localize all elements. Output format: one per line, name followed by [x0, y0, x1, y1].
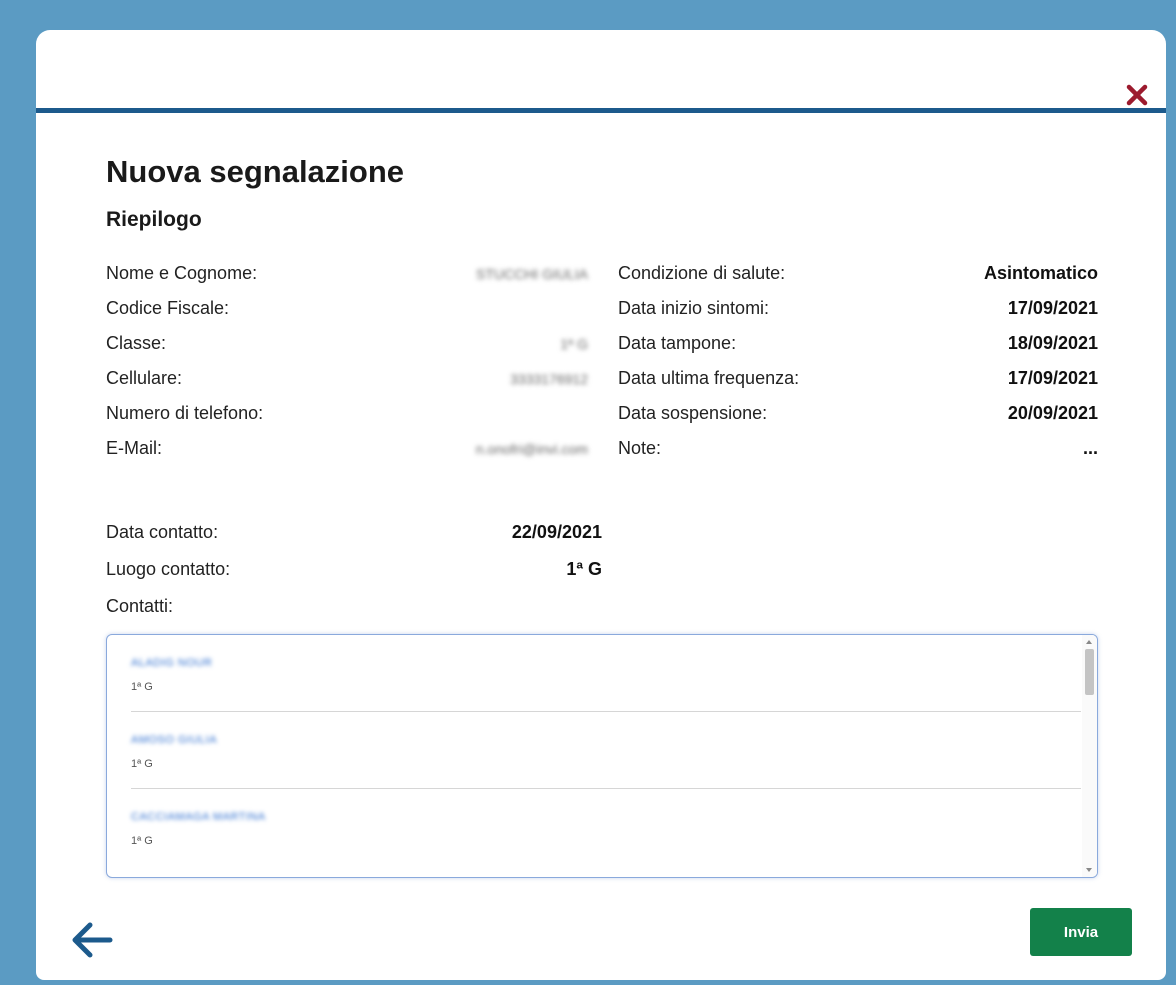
contact-class: 1ª G: [131, 758, 153, 770]
info-value: n.onofri@invi.com: [475, 440, 588, 457]
info-label: E-Mail:: [106, 438, 163, 458]
close-button[interactable]: [1124, 82, 1150, 108]
info-row-health-condition: Condizione di salute: Asintomatico: [618, 256, 1098, 291]
info-row-phone: Numero di telefono:: [106, 396, 588, 431]
contact-name: CACCIAMAGA MARTINA: [131, 811, 266, 823]
info-value: 3333176912: [510, 370, 588, 387]
arrow-left-icon: [72, 922, 113, 958]
info-row-class: Classe: 1ª G: [106, 326, 588, 361]
info-value: ...: [1082, 438, 1098, 458]
info-value: 17/09/2021: [1007, 368, 1098, 388]
contact-name: ALADIG NOUR: [131, 657, 213, 669]
info-row-swab-date: Data tampone: 18/09/2021: [618, 326, 1098, 361]
info-row-fiscal-code: Codice Fiscale:: [106, 291, 588, 326]
modal-header: [36, 30, 1166, 113]
send-button[interactable]: Invia: [1030, 908, 1132, 956]
info-label: Data sospensione:: [618, 403, 768, 423]
info-row-email: E-Mail: n.onofri@invi.com: [106, 431, 588, 466]
info-value: 1ª G: [560, 335, 588, 352]
info-label: Condizione di salute:: [618, 263, 786, 283]
list-item[interactable]: ALADIG NOUR 1ª G: [131, 635, 1081, 712]
info-row-mobile: Cellulare: 3333176912: [106, 361, 588, 396]
contacts-list[interactable]: ALADIG NOUR 1ª G AMOSO GIULIA 1ª G CACCI…: [106, 634, 1098, 878]
list-item[interactable]: AMOSO GIULIA 1ª G: [131, 712, 1081, 789]
info-label: Data tampone:: [618, 333, 737, 353]
info-value: 1ª G: [566, 559, 602, 579]
info-label: Contatti:: [106, 596, 174, 616]
info-value: 20/09/2021: [1007, 403, 1098, 423]
summary-subtitle: Riepilogo: [106, 208, 202, 231]
info-label: Cellulare:: [106, 368, 183, 388]
info-label: Data inizio sintomi:: [618, 298, 770, 318]
info-label: Nome e Cognome:: [106, 263, 258, 283]
report-modal: Nuova segnalazione Riepilogo Nome e Cogn…: [36, 30, 1166, 980]
info-label: Data ultima frequenza:: [618, 368, 800, 388]
back-button[interactable]: [70, 920, 114, 960]
info-value: Asintomatico: [983, 263, 1098, 283]
info-row-contact-place: Luogo contatto: 1ª G: [106, 551, 602, 588]
info-value: 17/09/2021: [1007, 298, 1098, 318]
info-row-notes: Note: ...: [618, 431, 1098, 466]
contact-class: 1ª G: [131, 835, 153, 847]
info-value: 18/09/2021: [1007, 333, 1098, 353]
info-row-name: Nome e Cognome: STUCCHI GIULIA: [106, 256, 588, 291]
close-icon: [1126, 84, 1148, 106]
info-row-contacts: Contatti:: [106, 588, 602, 625]
scrollbar[interactable]: [1082, 635, 1097, 877]
scrollbar-thumb[interactable]: [1085, 649, 1094, 695]
info-label: Note:: [618, 438, 662, 458]
info-row-last-attendance: Data ultima frequenza: 17/09/2021: [618, 361, 1098, 396]
info-label: Classe:: [106, 333, 167, 353]
info-row-contact-date: Data contatto: 22/09/2021: [106, 514, 602, 551]
info-label: Luogo contatto:: [106, 559, 231, 579]
student-info: Nome e Cognome: STUCCHI GIULIA Codice Fi…: [106, 256, 588, 466]
info-value: STUCCHI GIULIA: [475, 265, 588, 282]
info-label: Codice Fiscale:: [106, 298, 230, 318]
health-info: Condizione di salute: Asintomatico Data …: [618, 256, 1098, 466]
contact-class: 1ª G: [131, 681, 153, 693]
contact-info: Data contatto: 22/09/2021 Luogo contatto…: [106, 514, 602, 625]
info-label: Data contatto:: [106, 522, 219, 542]
info-value: 22/09/2021: [511, 522, 602, 542]
contacts-list-inner: ALADIG NOUR 1ª G AMOSO GIULIA 1ª G CACCI…: [131, 635, 1081, 865]
info-label: Numero di telefono:: [106, 403, 264, 423]
contact-name: AMOSO GIULIA: [131, 734, 218, 746]
scroll-down-icon[interactable]: [1086, 868, 1092, 872]
scroll-up-icon[interactable]: [1086, 640, 1092, 644]
modal-title: Nuova segnalazione: [106, 154, 405, 189]
info-row-symptom-start: Data inizio sintomi: 17/09/2021: [618, 291, 1098, 326]
info-row-suspension: Data sospensione: 20/09/2021: [618, 396, 1098, 431]
list-item[interactable]: CACCIAMAGA MARTINA 1ª G: [131, 789, 1081, 865]
